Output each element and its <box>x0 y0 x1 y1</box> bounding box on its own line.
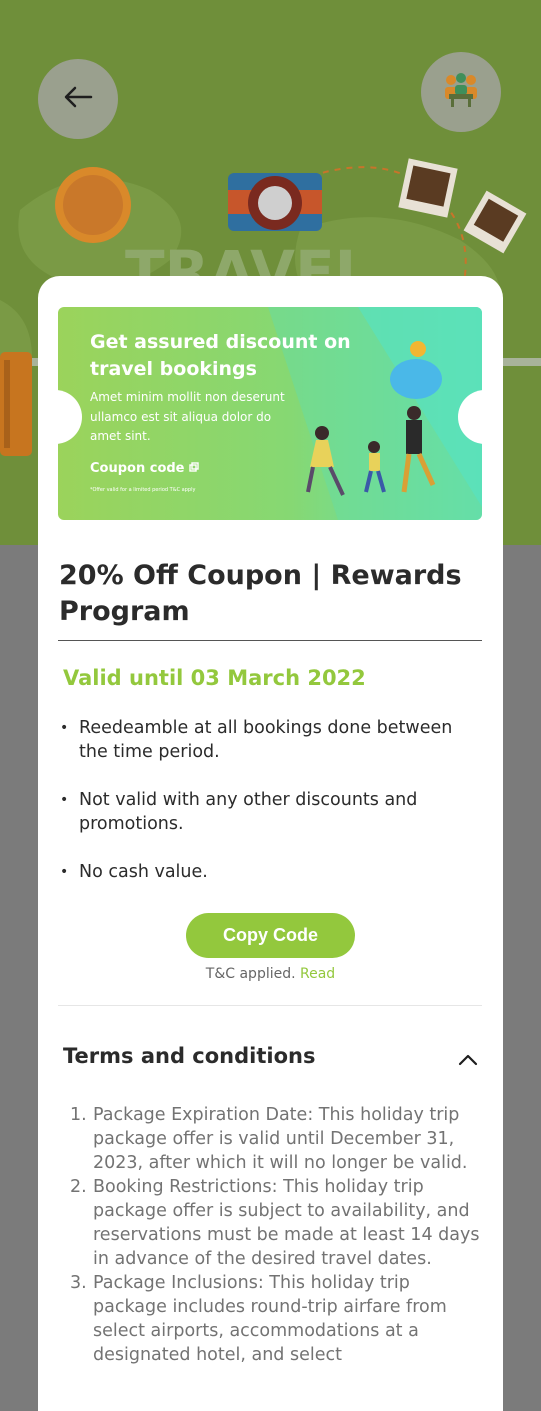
terms-item-number: 1. <box>70 1105 87 1125</box>
terms-item: 1. Package Expiration Date: This holiday… <box>64 1103 484 1175</box>
terms-item-number: 2. <box>70 1177 87 1197</box>
banner-fine-print: *Offer valid for a limited period T&C ap… <box>90 487 196 493</box>
coupon-card: Get assured discount on travel bookings … <box>38 276 503 1411</box>
terms-item: 2. Booking Restrictions: This holiday tr… <box>64 1175 484 1271</box>
arrow-left-icon <box>63 85 93 113</box>
group-button[interactable] <box>421 52 501 132</box>
coupon-title: 20% Off Coupon | Rewards Program <box>59 560 462 627</box>
bullet-item: Not valid with any other discounts and p… <box>58 788 482 836</box>
banner-title: Get assured discount on travel bookings <box>90 331 351 380</box>
coupon-bullets: Reedeamble at all bookings done between … <box>58 716 482 908</box>
bullet-item: No cash value. <box>58 860 482 884</box>
banner-coupon-code: Coupon code <box>90 461 199 476</box>
terms-item-text: Package Inclusions: This holiday trip pa… <box>93 1273 447 1365</box>
terms-item: 3. Package Inclusions: This holiday trip… <box>64 1271 484 1367</box>
copy-code-button[interactable]: Copy Code <box>186 913 355 958</box>
terms-heading[interactable]: Terms and conditions <box>63 1044 315 1068</box>
tc-line: T&C applied. Read <box>38 966 503 982</box>
back-button[interactable] <box>38 59 118 139</box>
divider <box>58 1005 482 1006</box>
group-meeting-icon <box>439 72 483 112</box>
chevron-up-icon[interactable] <box>456 1048 480 1072</box>
terms-list: 1. Package Expiration Date: This holiday… <box>64 1103 484 1367</box>
copy-icon <box>189 461 199 476</box>
divider <box>58 640 482 641</box>
tc-text: T&C applied. <box>205 966 296 982</box>
tc-read-link[interactable]: Read <box>300 966 335 982</box>
terms-item-text: Booking Restrictions: This holiday trip … <box>93 1177 480 1269</box>
bullet-item: Reedeamble at all bookings done between … <box>58 716 482 764</box>
coupon-code-label: Coupon code <box>90 461 185 476</box>
valid-until: Valid until 03 March 2022 <box>63 666 366 690</box>
banner-text: Amet minim mollit non deserunt ullamco e… <box>90 390 285 443</box>
terms-item-number: 3. <box>70 1273 87 1293</box>
coupon-banner: Get assured discount on travel bookings … <box>58 307 482 520</box>
terms-item-text: Package Expiration Date: This holiday tr… <box>93 1105 468 1173</box>
